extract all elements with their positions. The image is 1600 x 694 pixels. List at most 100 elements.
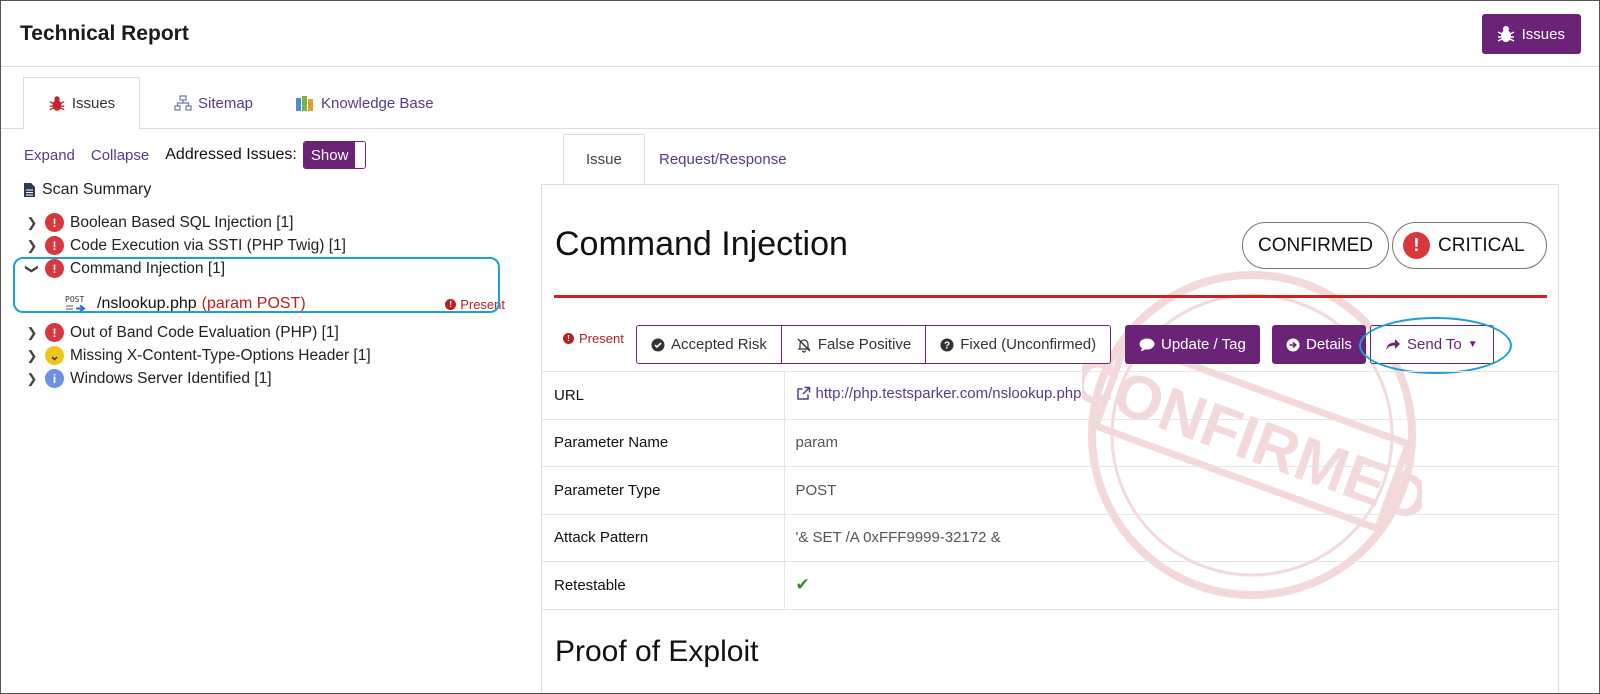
confirmed-badge: CONFIRMED	[1242, 222, 1389, 269]
table-row: URL http://php.testsparker.com/nslookup.…	[542, 371, 1558, 419]
books-icon	[295, 95, 315, 112]
document-icon	[23, 182, 36, 198]
button-label: False Positive	[817, 336, 912, 353]
page-title: Technical Report	[20, 22, 189, 45]
chevron-right-icon[interactable]: ❯	[23, 348, 41, 364]
table-row: Parameter Type POST	[542, 466, 1558, 514]
arrow-circle-right-icon	[1286, 338, 1300, 352]
issues-button[interactable]: Issues	[1481, 14, 1581, 54]
exclamation-icon: !	[563, 333, 574, 344]
bug-icon	[1496, 25, 1516, 43]
chevron-right-icon[interactable]: ❯	[23, 371, 41, 387]
check-circle-icon	[651, 338, 665, 352]
svg-text:?: ?	[944, 340, 950, 351]
proof-of-exploit-heading: Proof of Exploit	[555, 635, 759, 668]
tab-label: Knowledge Base	[321, 94, 434, 112]
false-positive-button[interactable]: False Positive	[781, 326, 927, 363]
chevron-right-icon[interactable]: ❯	[23, 215, 41, 231]
tab-issue[interactable]: Issue	[563, 134, 645, 185]
tree-item-label: Out of Band Code Evaluation (PHP) [1]	[70, 323, 339, 341]
accepted-risk-button[interactable]: Accepted Risk	[637, 326, 782, 363]
issue-tabs: Issue Request/Response	[541, 134, 1559, 185]
window: Technical Report Issues Issues Sitemap K…	[0, 0, 1600, 694]
button-label: Update / Tag	[1161, 336, 1246, 353]
critical-icon: !	[45, 213, 64, 232]
addressed-issues-toggle[interactable]: Show	[302, 141, 367, 169]
button-label: Accepted Risk	[671, 336, 767, 353]
scan-summary[interactable]: Scan Summary	[23, 181, 151, 199]
header: Technical Report Issues	[1, 1, 1599, 67]
issue-status: ! Present	[563, 331, 624, 346]
table-row: Attack Pattern '& SET /A 0xFFF9999-32172…	[542, 513, 1558, 562]
issues-tree-panel: Expand Collapse Addressed Issues: Show S…	[1, 129, 541, 689]
tab-label: Sitemap	[198, 94, 254, 112]
tab-knowledge-base[interactable]: Knowledge Base	[277, 77, 452, 129]
detail-key: Parameter Name	[542, 418, 785, 467]
status-label: Present	[579, 331, 624, 346]
detail-value: '& SET /A 0xFFF9999-32172 &	[784, 513, 1558, 562]
chevron-right-icon[interactable]: ❯	[23, 325, 41, 341]
tree-item-label: Windows Server Identified [1]	[70, 369, 272, 387]
critical-label: CRITICAL	[1438, 234, 1525, 256]
info-icon: i	[45, 369, 64, 388]
top-tabs: Issues Sitemap Knowledge Base	[1, 67, 1599, 130]
button-label: Fixed (Unconfirmed)	[960, 336, 1097, 353]
tab-issues[interactable]: Issues	[23, 77, 140, 130]
tab-sitemap[interactable]: Sitemap	[156, 77, 271, 129]
toggle-knob	[355, 142, 366, 168]
share-icon	[1385, 338, 1401, 351]
details-button[interactable]: Details	[1272, 325, 1366, 364]
issue-details-table: URL http://php.testsparker.com/nslookup.…	[542, 371, 1558, 610]
detail-value: param	[784, 418, 1558, 467]
tree-item[interactable]: ❯ ⌄ Missing X-Content-Type-Options Heade…	[23, 344, 371, 367]
critical-icon: !	[1403, 232, 1430, 259]
critical-icon: !	[45, 236, 64, 255]
question-circle-icon: ?	[940, 338, 954, 352]
detail-key: Attack Pattern	[542, 513, 785, 562]
tree-item[interactable]: ❯ ! Boolean Based SQL Injection [1]	[23, 211, 293, 234]
tree-item-label: Boolean Based SQL Injection [1]	[70, 213, 294, 231]
update-tag-button[interactable]: Update / Tag	[1125, 325, 1260, 364]
url-text: http://php.testsparker.com/nslookup.php	[815, 385, 1082, 403]
tree-toolbar: Expand Collapse Addressed Issues: Show	[24, 141, 367, 169]
detail-key: URL	[542, 371, 785, 419]
button-label: Send To	[1407, 336, 1462, 353]
toggle-label: Show	[303, 142, 356, 168]
issues-button-label: Issues	[1521, 25, 1565, 43]
tree-item[interactable]: ❯ ! Code Execution via SSTI (PHP Twig) […	[23, 234, 346, 257]
tab-request-response[interactable]: Request/Response	[637, 134, 809, 184]
low-severity-icon: ⌄	[45, 346, 64, 365]
issue-title: Command Injection	[555, 225, 848, 263]
selection-highlight-annotation	[13, 257, 500, 313]
fixed-unconfirmed-button[interactable]: ? Fixed (Unconfirmed)	[926, 326, 1111, 363]
critical-badge: ! CRITICAL	[1392, 222, 1547, 269]
checkmark-icon: ✔	[795, 575, 810, 595]
collapse-link[interactable]: Collapse	[91, 147, 149, 164]
scan-summary-label: Scan Summary	[42, 181, 152, 198]
tab-label: Issues	[71, 95, 116, 112]
detail-key: Retestable	[542, 561, 785, 610]
detail-key: Parameter Type	[542, 466, 785, 514]
status-button-group: Accepted Risk False Positive ? Fixed (Un…	[636, 325, 1112, 364]
sitemap-icon	[174, 94, 192, 112]
tree-item[interactable]: ❯ ! Out of Band Code Evaluation (PHP) [1…	[23, 321, 339, 344]
tree-item[interactable]: ❯ i Windows Server Identified [1]	[23, 367, 272, 390]
url-link[interactable]: http://php.testsparker.com/nslookup.php	[796, 385, 1082, 402]
expand-link[interactable]: Expand	[24, 147, 75, 164]
critical-icon: !	[45, 323, 64, 342]
issue-detail-panel: CONFIRMED Command Injection CONFIRMED ! …	[541, 184, 1559, 693]
severity-divider	[554, 295, 1547, 298]
button-label: Details	[1306, 336, 1352, 353]
bug-icon	[48, 95, 66, 112]
chevron-right-icon[interactable]: ❯	[23, 238, 41, 254]
detail-value: POST	[784, 466, 1558, 514]
detail-value: http://php.testsparker.com/nslookup.php	[784, 371, 1558, 419]
tree-item-label: Missing X-Content-Type-Options Header [1…	[70, 346, 371, 364]
table-row: Retestable ✔	[542, 561, 1558, 610]
send-to-button[interactable]: Send To ▼	[1370, 325, 1494, 364]
caret-down-icon: ▼	[1467, 339, 1478, 350]
comment-icon	[1139, 338, 1155, 352]
tree-item-label: Code Execution via SSTI (PHP Twig) [1]	[70, 236, 346, 254]
bell-slash-icon	[796, 337, 812, 353]
addressed-issues-label: Addressed Issues:	[165, 146, 297, 163]
